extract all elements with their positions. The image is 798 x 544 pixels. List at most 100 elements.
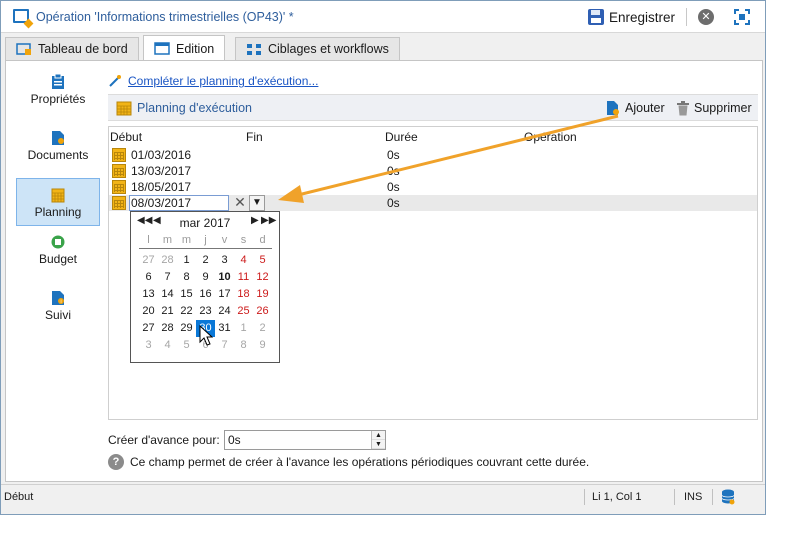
- row-duration: 0s: [387, 164, 400, 178]
- calendar-day[interactable]: 5: [253, 252, 272, 269]
- table-row[interactable]: 13/03/2017 0s: [109, 163, 757, 179]
- calendar-day[interactable]: 6: [139, 269, 158, 286]
- weekday-label: j: [204, 234, 207, 246]
- calendar-day[interactable]: 8: [177, 269, 196, 286]
- column-header-end[interactable]: Fin: [246, 130, 263, 144]
- calendar-day[interactable]: 29: [177, 320, 196, 337]
- calendar-day[interactable]: 8: [234, 337, 253, 354]
- next-month-icon[interactable]: ▶: [251, 215, 259, 226]
- calendar-day[interactable]: 5: [177, 337, 196, 354]
- complete-planning-row: Compléter le planning d'exécution...: [108, 72, 318, 90]
- column-header-duration[interactable]: Durée: [385, 130, 418, 144]
- complete-planning-link[interactable]: Compléter le planning d'exécution...: [128, 74, 318, 88]
- advance-duration-input[interactable]: 0s ▲ ▼: [224, 430, 386, 450]
- calendar-day[interactable]: 13: [139, 286, 158, 303]
- calendar-day[interactable]: 19: [253, 286, 272, 303]
- calendar-day[interactable]: 26: [253, 303, 272, 320]
- clear-icon[interactable]: ✕: [232, 195, 248, 211]
- calendar-day[interactable]: 14: [158, 286, 177, 303]
- help-icon: ?: [108, 454, 124, 470]
- calendar-day[interactable]: 15: [177, 286, 196, 303]
- calendar-day[interactable]: 4: [234, 252, 253, 269]
- spin-down-icon[interactable]: ▼: [372, 440, 385, 449]
- calendar-icon: [112, 180, 126, 194]
- calendar-day[interactable]: 3: [139, 337, 158, 354]
- status-field-name: Début: [4, 491, 34, 503]
- delete-button[interactable]: Supprimer: [676, 100, 752, 116]
- calendar-day[interactable]: 7: [158, 269, 177, 286]
- sidebar-item-label: Budget: [38, 252, 78, 266]
- tracking-document-icon: i: [52, 291, 64, 305]
- sidebar-item-planning[interactable]: Planning: [16, 178, 100, 226]
- calendar-day[interactable]: 7: [215, 337, 234, 354]
- add-button[interactable]: Ajouter: [605, 100, 665, 116]
- calendar-day[interactable]: 28: [158, 252, 177, 269]
- column-header-operation[interactable]: Opération: [524, 130, 577, 144]
- delete-label: Supprimer: [694, 101, 752, 115]
- status-divider: [674, 489, 675, 505]
- calendar-day[interactable]: 10: [215, 269, 234, 286]
- calendar-day[interactable]: 2: [196, 252, 215, 269]
- previous-year-icon[interactable]: ◀◀: [137, 215, 152, 226]
- tab-targeting-workflows[interactable]: Ciblages et workflows: [235, 37, 400, 60]
- previous-month-icon[interactable]: ◀: [153, 215, 161, 226]
- calendar-day[interactable]: 31: [215, 320, 234, 337]
- calendar-day[interactable]: 12: [253, 269, 272, 286]
- status-divider: [584, 489, 585, 505]
- tab-label: Ciblages et workflows: [268, 42, 389, 56]
- toolbar-divider: [686, 8, 687, 26]
- table-row[interactable]: 01/03/2016 0s: [109, 147, 757, 163]
- calendar-day[interactable]: 27: [139, 252, 158, 269]
- next-year-icon[interactable]: ▶▶: [261, 215, 276, 226]
- calendar-day[interactable]: 18: [234, 286, 253, 303]
- sidebar-item-documents[interactable]: Documents: [16, 130, 100, 178]
- table-row[interactable]: 18/05/2017 0s: [109, 179, 757, 195]
- start-date-input[interactable]: 08/03/2017: [129, 195, 229, 211]
- tab-dashboard[interactable]: Tableau de bord: [5, 37, 139, 60]
- chevron-down-icon[interactable]: ▼: [249, 195, 265, 211]
- calendar-day[interactable]: 1: [234, 320, 253, 337]
- sidebar-item-properties[interactable]: Propriétés: [16, 74, 100, 122]
- clipboard-icon: [52, 74, 64, 89]
- weekday-label: m: [162, 234, 173, 246]
- sidebar-item-tracking[interactable]: i Suivi: [16, 290, 100, 338]
- row-duration: 0s: [387, 180, 400, 194]
- calendar-day[interactable]: 28: [158, 320, 177, 337]
- calendar-day[interactable]: 1: [177, 252, 196, 269]
- calendar-day[interactable]: 2: [253, 320, 272, 337]
- spin-up-icon[interactable]: ▲: [372, 431, 385, 440]
- weekday-label: m: [181, 234, 192, 246]
- calendar-icon: [51, 188, 65, 203]
- calendar-day[interactable]: 21: [158, 303, 177, 320]
- calendar-day[interactable]: 25: [234, 303, 253, 320]
- weekday-label: l: [147, 234, 150, 246]
- floppy-disk-icon: [588, 9, 604, 25]
- dashboard-icon: [16, 42, 31, 55]
- save-button[interactable]: Enregistrer: [588, 7, 675, 27]
- sidebar-item-label: Documents: [27, 148, 89, 162]
- fullscreen-icon[interactable]: [734, 9, 750, 25]
- sidebar-item-budget[interactable]: Budget: [16, 234, 100, 282]
- operation-window: Opération 'Informations trimestrielles (…: [0, 0, 766, 515]
- sidebar-item-label: Suivi: [44, 308, 71, 322]
- calendar-day[interactable]: 4: [158, 337, 177, 354]
- edition-panel: Propriétés Documents Planning Budget i S…: [5, 60, 763, 482]
- calendar-day[interactable]: 9: [196, 269, 215, 286]
- calendar-day[interactable]: 17: [215, 286, 234, 303]
- column-header-start[interactable]: Début: [110, 130, 142, 144]
- calendar-day[interactable]: 23: [196, 303, 215, 320]
- tab-edition[interactable]: Edition: [143, 35, 226, 61]
- calendar-day[interactable]: 27: [139, 320, 158, 337]
- calendar-day[interactable]: 3: [215, 252, 234, 269]
- advance-spinner[interactable]: ▲ ▼: [371, 431, 385, 449]
- calendar-day[interactable]: 22: [177, 303, 196, 320]
- table-row-editing[interactable]: 08/03/2017 ✕ ▼ 0s: [109, 195, 757, 211]
- calendar-day[interactable]: 16: [196, 286, 215, 303]
- calendar-day[interactable]: 9: [253, 337, 272, 354]
- calendar-day[interactable]: 20: [139, 303, 158, 320]
- close-icon[interactable]: ✕: [698, 9, 714, 25]
- calendar-icon: [112, 164, 126, 178]
- calendar-day[interactable]: 11: [234, 269, 253, 286]
- mouse-cursor-icon: [199, 325, 213, 346]
- calendar-day[interactable]: 24: [215, 303, 234, 320]
